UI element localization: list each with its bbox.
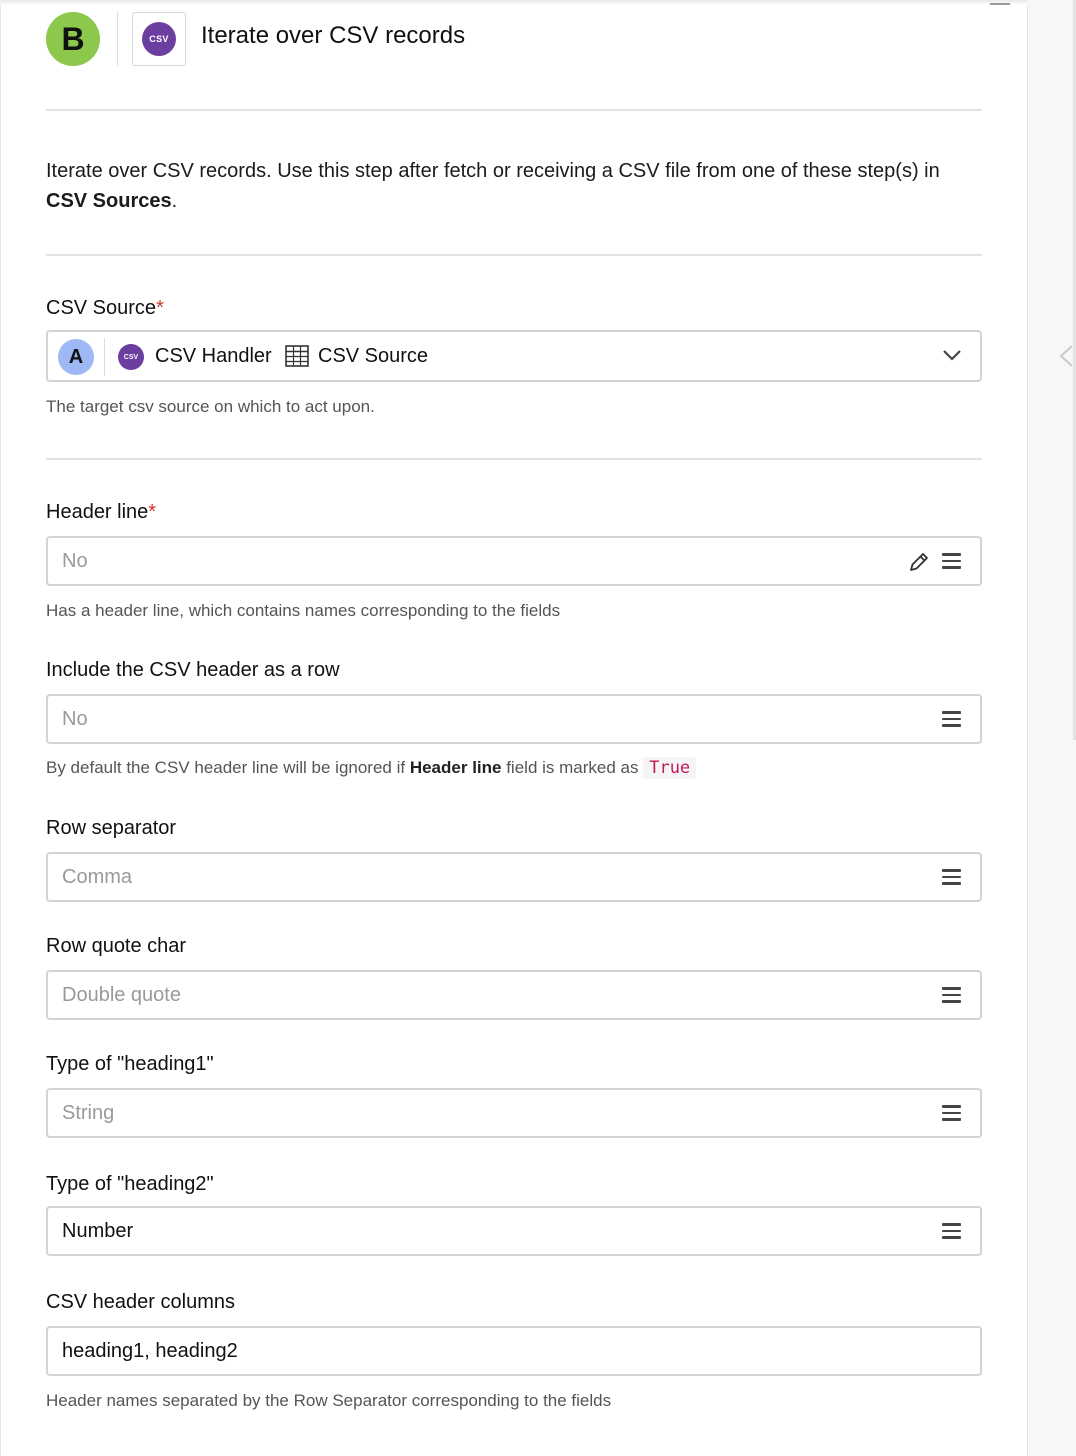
menu-icon[interactable]: [942, 869, 961, 885]
panel-corner-mark: [990, 3, 1010, 5]
csv-sources-link: CSV Sources: [46, 190, 172, 212]
row-separator-label: Row separator: [46, 817, 177, 839]
divider: [46, 254, 982, 256]
page-title: Iterate over CSV records: [201, 22, 466, 49]
table-icon: [285, 345, 309, 367]
step-a-badge: A: [58, 339, 94, 375]
required-mark: *: [148, 501, 157, 523]
csv-header-columns-label: CSV header columns: [46, 1291, 235, 1313]
menu-icon[interactable]: [942, 553, 961, 569]
row-quote-char-value: Double quote: [62, 984, 181, 1006]
right-rail: [1028, 0, 1076, 1456]
include-header-field[interactable]: No: [46, 694, 982, 744]
row-quote-char-field[interactable]: Double quote: [46, 970, 982, 1020]
chevron-left-icon[interactable]: [1058, 344, 1074, 368]
include-header-value: No: [62, 708, 88, 730]
code-true: True: [643, 757, 697, 779]
divider: [46, 458, 982, 460]
type-heading2-label: Type of "heading2": [46, 1173, 214, 1195]
header-line-label: Header line*: [46, 501, 157, 523]
step-badge: B: [46, 12, 100, 66]
header-line-field[interactable]: No: [46, 536, 982, 586]
csv-header-columns-value: heading1, heading2: [62, 1340, 238, 1362]
chevron-down-icon[interactable]: [942, 348, 962, 362]
header-line-value: No: [62, 550, 88, 572]
csv-app-icon: CSV: [142, 22, 176, 56]
type-heading1-field[interactable]: String: [46, 1088, 982, 1138]
row-separator-field[interactable]: Comma: [46, 852, 982, 902]
menu-icon[interactable]: [942, 987, 961, 1003]
include-header-label: Include the CSV header as a row: [46, 659, 340, 681]
required-mark: *: [156, 297, 164, 319]
menu-icon[interactable]: [942, 1105, 961, 1121]
pencil-icon[interactable]: [908, 551, 930, 573]
csv-source-help: The target csv source on which to act up…: [46, 397, 375, 416]
menu-icon[interactable]: [942, 1223, 961, 1239]
type-heading2-field[interactable]: Number: [46, 1206, 982, 1256]
csv-handler-text: CSV Handler: [155, 345, 272, 367]
header-divider: [117, 12, 118, 66]
csv-app-icon: CSV: [118, 344, 144, 370]
csv-source-label: CSV Source*: [46, 297, 164, 319]
csv-header-columns-input[interactable]: heading1, heading2: [46, 1326, 982, 1376]
menu-icon[interactable]: [942, 711, 961, 727]
panel-top-shadow: [0, 0, 1028, 5]
divider: [46, 109, 982, 111]
type-heading1-label: Type of "heading1": [46, 1053, 214, 1075]
csv-source-select[interactable]: A CSV CSV Handler CSV Source: [46, 330, 982, 382]
row-separator-value: Comma: [62, 866, 133, 888]
include-header-help: By default the CSV header line will be i…: [46, 757, 697, 779]
type-heading1-value: String: [62, 1102, 115, 1124]
csv-source-text: CSV Source: [318, 345, 429, 367]
csv-header-columns-help: Header names separated by the Row Separa…: [46, 1391, 612, 1410]
type-heading2-value: Number: [62, 1220, 134, 1242]
app-icon: CSV: [132, 12, 186, 66]
header-line-help: Has a header line, which contains names …: [46, 601, 561, 620]
select-divider: [104, 338, 105, 376]
row-quote-char-label: Row quote char: [46, 935, 187, 957]
step-description: Iterate over CSV records. Use this step …: [46, 160, 940, 212]
